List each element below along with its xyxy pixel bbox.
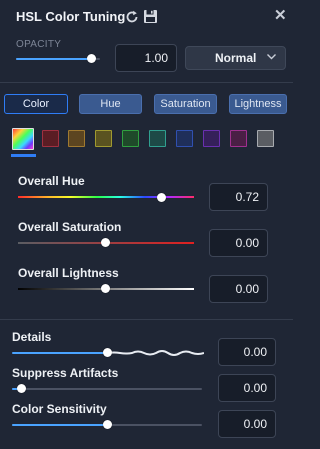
- suppress-artifacts-value-field[interactable]: 0.00: [218, 374, 276, 402]
- tab-hue[interactable]: Hue: [79, 94, 142, 114]
- opacity-slider-thumb[interactable]: [87, 54, 96, 63]
- details-slider-fill: [12, 352, 106, 354]
- tab-color[interactable]: Color: [4, 94, 68, 114]
- reset-icon[interactable]: [124, 9, 140, 25]
- tab-lightness[interactable]: Lightness: [229, 94, 287, 114]
- divider: [0, 82, 293, 83]
- overall-saturation-slider-thumb[interactable]: [101, 238, 110, 247]
- swatch-green[interactable]: [122, 130, 139, 147]
- details-slider-thumb[interactable]: [103, 348, 112, 357]
- swatch-yellow[interactable]: [95, 130, 112, 147]
- overall-lightness-label: Overall Lightness: [18, 266, 119, 280]
- panel-title: HSL Color Tuning: [16, 9, 126, 24]
- overall-hue-slider-thumb[interactable]: [157, 193, 166, 202]
- close-icon[interactable]: ✕: [274, 8, 287, 24]
- details-label: Details: [12, 330, 52, 344]
- details-slider-track[interactable]: [108, 347, 204, 359]
- overall-saturation-value-field[interactable]: 0.00: [209, 229, 268, 257]
- overall-saturation-label: Overall Saturation: [18, 220, 122, 234]
- overall-hue-label: Overall Hue: [18, 174, 85, 188]
- opacity-label: OPACITY: [16, 39, 62, 50]
- color-sensitivity-slider-fill: [12, 424, 107, 426]
- overall-hue-value-field[interactable]: 0.72: [209, 183, 268, 211]
- color-sensitivity-slider-thumb[interactable]: [103, 420, 112, 429]
- swatch-purple[interactable]: [203, 130, 220, 147]
- overall-lightness-value-field[interactable]: 0.00: [209, 275, 268, 303]
- swatch-selected-indicator: [11, 154, 36, 157]
- swatch-red[interactable]: [42, 130, 59, 147]
- tab-saturation[interactable]: Saturation: [154, 94, 217, 114]
- divider: [0, 319, 293, 320]
- swatch-gray[interactable]: [257, 130, 274, 147]
- blend-mode-selected: Normal: [215, 51, 257, 65]
- opacity-slider-fill: [16, 58, 92, 60]
- color-sensitivity-label: Color Sensitivity: [12, 402, 107, 416]
- opacity-value-field[interactable]: 1.00: [115, 44, 177, 72]
- chevron-down-icon: [267, 54, 276, 60]
- details-value-field[interactable]: 0.00: [218, 338, 276, 366]
- suppress-artifacts-slider-thumb[interactable]: [17, 384, 26, 393]
- swatch-orange[interactable]: [68, 130, 85, 147]
- suppress-artifacts-label: Suppress Artifacts: [12, 366, 119, 380]
- save-icon[interactable]: [143, 9, 158, 24]
- swatch-aqua[interactable]: [149, 130, 166, 147]
- overall-lightness-slider-thumb[interactable]: [101, 284, 110, 293]
- overall-hue-slider-track[interactable]: [18, 196, 194, 198]
- swatch-all[interactable]: [12, 128, 34, 150]
- color-sensitivity-value-field[interactable]: 0.00: [218, 410, 276, 438]
- swatch-blue[interactable]: [176, 130, 193, 147]
- swatch-magenta[interactable]: [230, 130, 247, 147]
- suppress-artifacts-slider-track[interactable]: [12, 388, 202, 390]
